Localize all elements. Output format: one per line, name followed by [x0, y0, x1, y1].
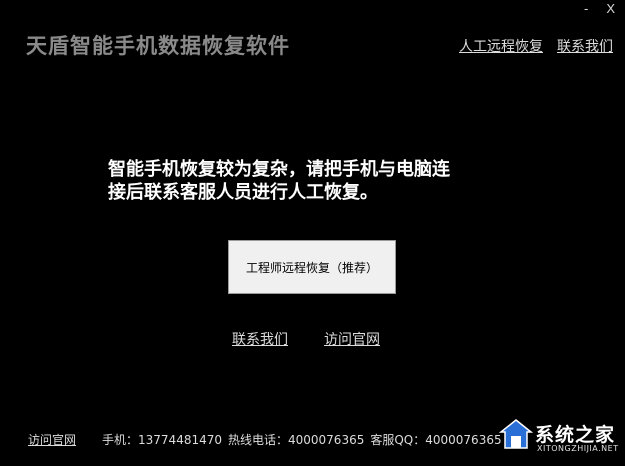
mid-links: 联系我们 访问官网 [232, 329, 380, 349]
footer: 访问官网 手机：13774481470 热线电话：4000076365 客服QQ：4… [28, 431, 502, 448]
remote-recovery-link[interactable]: 人工远程恢复 [459, 36, 543, 56]
message-line-2: 接后联系客服人员进行人工恢复。 [108, 182, 378, 203]
house-logo-icon [499, 419, 533, 449]
top-links: 人工远程恢复 联系我们 [459, 36, 613, 56]
hotline-text: 热线电话：4000076365 [228, 433, 365, 447]
minimize-button[interactable]: - [584, 0, 588, 18]
contact-us-link[interactable]: 联系我们 [232, 329, 288, 349]
qq-text: 客服QQ：4000076365 [370, 433, 502, 447]
window-controls: - X [584, 0, 615, 18]
close-button[interactable]: X [606, 0, 615, 18]
watermark-subtext: XITONGZHIJIA.NET [537, 444, 619, 453]
contact-us-link-top[interactable]: 联系我们 [557, 36, 613, 56]
watermark-text: 系统之家 [535, 424, 616, 446]
contact-info: 手机：13774481470 热线电话：4000076365 客服QQ：400007… [102, 431, 502, 448]
message-line-1: 智能手机恢复较为复杂，请把手机与电脑连 [108, 159, 450, 180]
engineer-remote-recovery-button[interactable]: 工程师远程恢复（推荐） [228, 240, 396, 294]
phone-text: 手机：13774481470 [102, 433, 222, 447]
info-message: 智能手机恢复较为复杂，请把手机与电脑连 接后联系客服人员进行人工恢复。 [108, 158, 538, 204]
app-window: - X 天盾智能手机数据恢复软件 人工远程恢复 联系我们 智能手机恢复较为复杂，… [0, 0, 625, 466]
watermark: 系统之家 XITONGZHIJIA.NET [499, 416, 619, 460]
footer-visit-website-link[interactable]: 访问官网 [28, 431, 76, 448]
visit-website-link[interactable]: 访问官网 [324, 329, 380, 349]
app-title: 天盾智能手机数据恢复软件 [26, 34, 290, 58]
